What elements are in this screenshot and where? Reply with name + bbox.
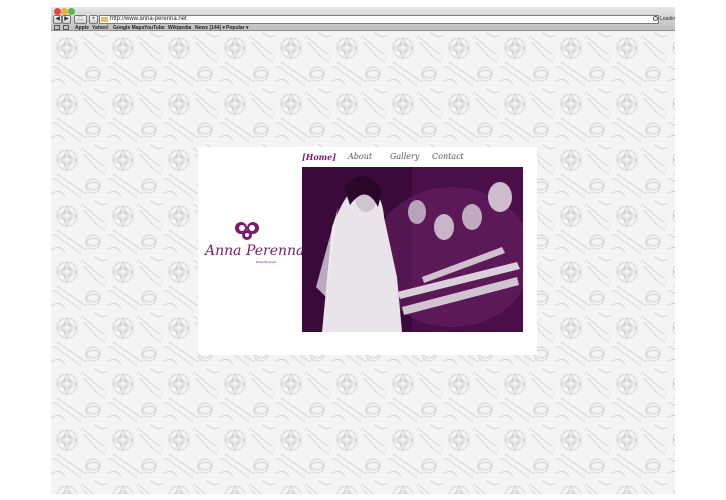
bookmark-google-maps[interactable]: Google Maps <box>113 24 144 32</box>
web-page: Anna Perenna Bridal Boutique [Home] Abou… <box>51 32 675 494</box>
zoom-window-button[interactable] <box>68 8 75 15</box>
site-navigation: [Home] About Gallery Contact <box>302 151 492 165</box>
flower-logo-icon <box>235 222 259 240</box>
bookmark-youtube[interactable]: YouTube <box>144 24 165 32</box>
bookmark-popular[interactable]: Popular ▾ <box>226 24 249 32</box>
bookmarks-bar: Apple Yahoo! Google Maps YouTube Wikiped… <box>51 24 675 32</box>
bridal-party-photo <box>302 167 523 332</box>
url-text: http://www.anna-perenna.net <box>110 16 187 22</box>
bookmark-apple[interactable]: Apple <box>75 24 89 32</box>
browser-toolbar: ◀ ▶ □ + http://www.anna-perenna.net Load… <box>51 7 675 31</box>
bookmark-wikipedia[interactable]: Wikipedia <box>168 24 191 32</box>
bookmark-yahoo[interactable]: Yahoo! <box>92 24 109 32</box>
add-bookmark-button[interactable]: + <box>89 15 98 24</box>
nav-contact-link[interactable]: Contact <box>432 151 464 163</box>
snapback-button[interactable]: □ <box>74 15 87 24</box>
top-sites-grid-icon[interactable] <box>63 25 69 30</box>
back-button[interactable]: ◀ <box>53 15 62 24</box>
back-arrow-icon: ◀ <box>55 16 60 22</box>
forward-arrow-icon: ▶ <box>64 16 69 22</box>
bookmark-news[interactable]: News (144) ▾ <box>195 24 225 32</box>
reload-icon[interactable] <box>653 16 658 21</box>
minimize-window-button[interactable] <box>61 8 68 15</box>
nav-home-link[interactable]: [Home] <box>302 151 336 163</box>
browser-window: ◀ ▶ □ + http://www.anna-perenna.net Load… <box>51 7 675 494</box>
site-favicon-icon <box>101 17 108 22</box>
close-window-button[interactable] <box>54 8 61 15</box>
page-status-text: Loadin <box>659 16 675 22</box>
forward-button[interactable]: ▶ <box>62 15 71 24</box>
nav-gallery-link[interactable]: Gallery <box>390 151 419 163</box>
site-content-card: Anna Perenna Bridal Boutique [Home] Abou… <box>198 147 537 355</box>
bookmarks-book-icon: □ <box>78 16 83 22</box>
nav-about-link[interactable]: About <box>348 151 372 163</box>
site-logo-tagline: Bridal Boutique <box>256 260 277 264</box>
address-bar[interactable]: http://www.anna-perenna.net <box>99 15 659 24</box>
plus-icon: + <box>91 16 96 22</box>
bookmarks-book-icon[interactable] <box>54 25 60 30</box>
site-logo-wordmark[interactable]: Anna Perenna <box>205 243 304 259</box>
